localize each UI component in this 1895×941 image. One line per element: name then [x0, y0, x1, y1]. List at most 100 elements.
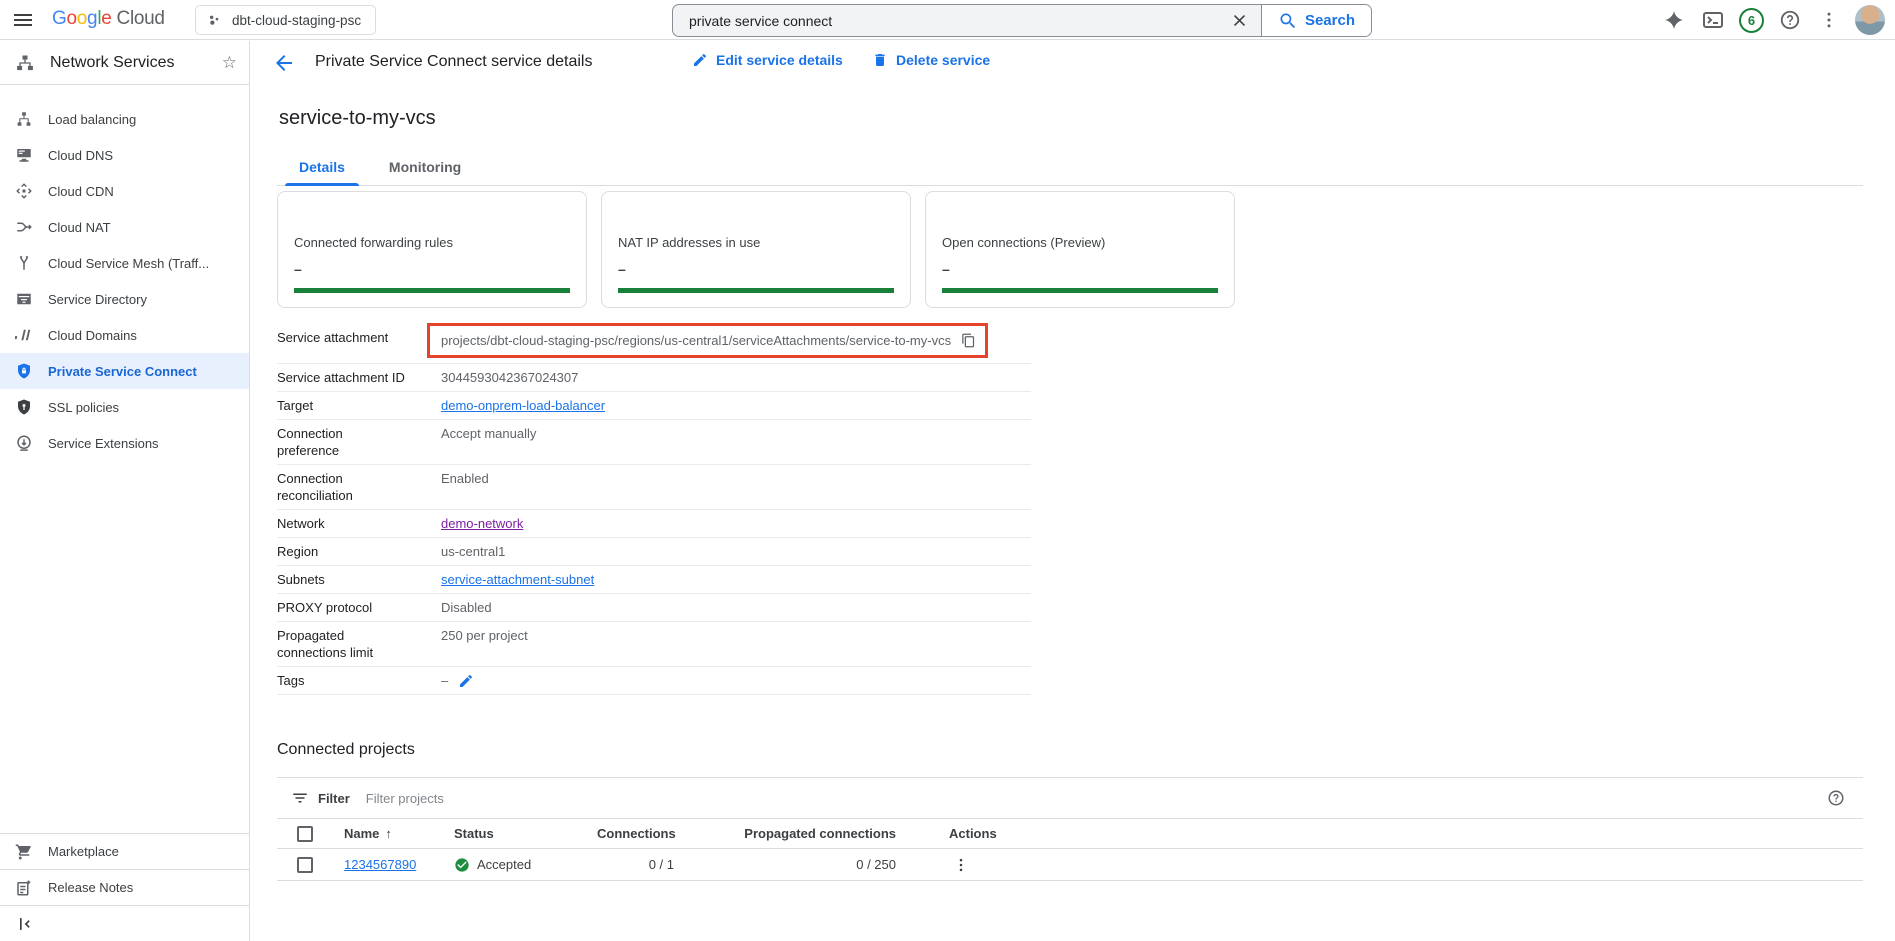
sidebar-item-marketplace[interactable]: Marketplace — [0, 833, 249, 869]
column-header-status[interactable]: Status — [454, 826, 597, 841]
sidebar-item-label: Marketplace — [48, 844, 119, 859]
sidebar-item-ssl-policies[interactable]: SSL policies — [0, 389, 249, 425]
connected-projects-filter-bar: Filter — [277, 777, 1863, 819]
collapse-sidebar-icon — [15, 914, 35, 934]
more-options-icon[interactable] — [1816, 7, 1842, 33]
sidebar-item-label: Cloud CDN — [48, 184, 114, 199]
copy-icon[interactable] — [961, 333, 976, 348]
sidebar-item-label: Cloud Domains — [48, 328, 137, 343]
sidebar-item-cloud-service-mesh[interactable]: Cloud Service Mesh (Traff... — [0, 245, 249, 281]
search-icon — [1278, 11, 1298, 31]
project-link[interactable]: 1234567890 — [344, 857, 416, 872]
kv-label: Service attachment ID — [277, 369, 407, 386]
kv-row-tags: Tags – — [277, 667, 1031, 695]
row-checkbox[interactable] — [297, 857, 313, 873]
pin-star-icon[interactable]: ☆ — [222, 53, 237, 73]
sidebar-item-label: Cloud NAT — [48, 220, 111, 235]
network-link[interactable]: demo-network — [441, 515, 523, 532]
sidebar-header: Network Services ☆ — [0, 41, 249, 85]
kv-row-propagated-connections-limit: Propagated connections limit 250 per pro… — [277, 622, 1031, 667]
kv-value: Disabled — [441, 599, 492, 616]
card-value: – — [942, 261, 1218, 277]
sidebar-item-label: Release Notes — [48, 880, 133, 895]
target-link[interactable]: demo-onprem-load-balancer — [441, 397, 605, 414]
delete-button-label: Delete service — [896, 52, 990, 68]
sidebar-item-service-directory[interactable]: Service Directory — [0, 281, 249, 317]
sidebar-item-cloud-dns[interactable]: Cloud DNS — [0, 137, 249, 173]
details-table: Service attachment projects/dbt-cloud-st… — [277, 324, 1031, 695]
annotation-highlight-box: projects/dbt-cloud-staging-psc/regions/u… — [427, 323, 988, 358]
network-services-icon — [15, 53, 35, 73]
table-help-icon[interactable] — [1827, 789, 1845, 807]
sidebar-item-load-balancing[interactable]: Load balancing — [0, 101, 249, 137]
status-accepted-icon — [454, 857, 470, 873]
search-input[interactable] — [673, 5, 1219, 36]
card-progress-bar — [294, 288, 570, 293]
release-notes-icon — [15, 879, 33, 897]
cloud-shell-icon[interactable] — [1700, 7, 1726, 33]
column-header-propagated-connections[interactable]: Propagated connections — [674, 826, 896, 841]
project-selector[interactable]: dbt-cloud-staging-psc — [195, 5, 376, 35]
tab-bar: Details Monitoring — [277, 150, 1863, 186]
metric-cards: Connected forwarding rules – NAT IP addr… — [277, 191, 1863, 308]
filter-icon — [291, 789, 309, 807]
sidebar-item-private-service-connect[interactable]: Private Service Connect — [0, 353, 249, 389]
sidebar-item-release-notes[interactable]: Release Notes — [0, 869, 249, 905]
kv-row-subnets: Subnets service-attachment-subnet — [277, 566, 1031, 594]
edit-service-details-button[interactable]: Edit service details — [692, 52, 843, 68]
kv-row-region: Region us-central1 — [277, 538, 1031, 566]
page-header: Private Service Connect service details … — [251, 41, 1895, 85]
kv-row-network: Network demo-network — [277, 510, 1031, 538]
select-all-checkbox[interactable] — [297, 826, 313, 842]
kv-label: PROXY protocol — [277, 599, 407, 616]
search-clear-icon[interactable] — [1219, 5, 1261, 36]
kv-row-connection-preference: Connection preference Accept manually — [277, 420, 1031, 465]
private-service-connect-icon — [15, 362, 33, 380]
delete-service-button[interactable]: Delete service — [872, 52, 990, 68]
page-header-title: Private Service Connect service details — [315, 53, 592, 71]
kv-value: us-central1 — [441, 543, 505, 560]
kv-label: Service attachment — [277, 329, 407, 346]
kv-value: 250 per project — [441, 627, 528, 644]
row-actions-menu-icon[interactable] — [949, 853, 973, 877]
service-extensions-icon — [15, 434, 33, 452]
kv-row-connection-reconciliation: Connection reconciliation Enabled — [277, 465, 1031, 510]
hamburger-menu-icon[interactable] — [11, 8, 35, 32]
column-header-connections[interactable]: Connections — [597, 826, 674, 841]
project-icon — [206, 12, 223, 29]
sidebar-item-cloud-cdn[interactable]: Cloud CDN — [0, 173, 249, 209]
kv-label: Subnets — [277, 571, 407, 588]
card-title: Connected forwarding rules — [294, 235, 570, 250]
kv-row-target: Target demo-onprem-load-balancer — [277, 392, 1031, 420]
card-connected-forwarding-rules: Connected forwarding rules – — [277, 191, 587, 308]
cloud-nat-icon — [15, 218, 33, 236]
column-header-name[interactable]: Name — [344, 826, 379, 841]
cloud-dns-icon — [15, 146, 33, 164]
topbar-actions: 6 — [1661, 0, 1885, 40]
edit-button-label: Edit service details — [716, 52, 843, 68]
notifications-badge[interactable]: 6 — [1739, 8, 1764, 33]
back-arrow-icon[interactable] — [272, 51, 296, 75]
search-button[interactable]: Search — [1261, 5, 1371, 36]
tab-details[interactable]: Details — [277, 150, 367, 185]
gemini-sparkle-icon[interactable] — [1661, 7, 1687, 33]
sidebar-item-cloud-nat[interactable]: Cloud NAT — [0, 209, 249, 245]
sidebar-item-label: Service Extensions — [48, 436, 159, 451]
kv-row-service-attachment: Service attachment projects/dbt-cloud-st… — [277, 324, 1031, 364]
subnet-link[interactable]: service-attachment-subnet — [441, 571, 594, 588]
sidebar-item-service-extensions[interactable]: Service Extensions — [0, 425, 249, 461]
sidebar-item-label: Cloud Service Mesh (Traff... — [48, 256, 209, 271]
sort-ascending-icon[interactable]: ↑ — [385, 826, 392, 841]
filter-projects-input[interactable] — [364, 790, 1827, 807]
kv-label: Network — [277, 515, 407, 532]
main-content: Private Service Connect service details … — [251, 41, 1895, 941]
sidebar-item-label: Private Service Connect — [48, 364, 197, 379]
card-title: Open connections (Preview) — [942, 235, 1218, 250]
sidebar-collapse-button[interactable] — [0, 905, 249, 941]
tab-monitoring[interactable]: Monitoring — [367, 150, 483, 185]
edit-tags-pencil-icon[interactable] — [458, 673, 474, 689]
sidebar-item-cloud-domains[interactable]: Cloud Domains — [0, 317, 249, 353]
user-avatar[interactable] — [1855, 5, 1885, 35]
connected-projects-table: Name ↑ Status Connections Propagated con… — [277, 819, 1863, 881]
help-icon[interactable] — [1777, 7, 1803, 33]
